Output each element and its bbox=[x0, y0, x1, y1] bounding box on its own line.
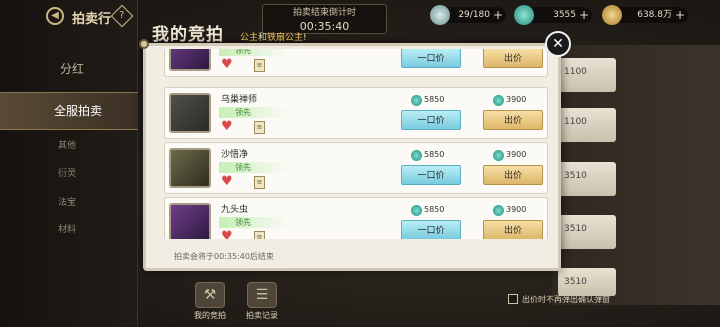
sidebar-sub-materials[interactable]: 材料 bbox=[58, 222, 76, 235]
memo-icon[interactable]: ≡ bbox=[254, 176, 265, 189]
heart-icon[interactable]: ♥ bbox=[221, 120, 233, 133]
bid-button[interactable]: 出价 bbox=[483, 110, 543, 130]
resource-gold: 638.8万 + bbox=[602, 5, 688, 25]
scroll-icon: ☰ bbox=[247, 282, 277, 308]
list-item: 领先 ♥ ≡ 一口价 出价 bbox=[164, 49, 548, 77]
bid-button[interactable]: 出价 bbox=[483, 165, 543, 185]
item-name: 九头虫 bbox=[221, 205, 249, 215]
coin-icon bbox=[514, 5, 534, 25]
confirm-popup-checkbox[interactable] bbox=[508, 294, 518, 304]
list-item: 乌巢禅师 领先 ♥ ≡ 5850 3900 一口价 出价 bbox=[164, 87, 548, 139]
bid-list[interactable]: 领先 ♥ ≡ 一口价 出价 乌巢禅师 领先 ♥ ≡ 5850 3900 一口价 … bbox=[164, 49, 548, 239]
add-gold-button[interactable]: + bbox=[675, 7, 685, 23]
avatar bbox=[169, 49, 211, 71]
sidebar: ◀ 拍卖行 ? 分红 全服拍卖 其他 衍灵 法宝 材料 bbox=[0, 0, 138, 327]
buyout-button[interactable]: 一口价 bbox=[401, 220, 461, 239]
status-badge: 领先 bbox=[219, 107, 289, 118]
coin-icon bbox=[411, 95, 422, 106]
nav-auction-records[interactable]: ☰ 拍卖记录 bbox=[238, 282, 286, 321]
resource-coin: 3555 + bbox=[514, 5, 592, 25]
notice-banner: 公主和铁扇公主! bbox=[240, 33, 307, 43]
memo-icon[interactable]: ≡ bbox=[254, 121, 265, 134]
my-bids-modal: 领先 ♥ ≡ 一口价 出价 乌巢禅师 领先 ♥ ≡ 5850 3900 一口价 … bbox=[143, 43, 561, 271]
heart-icon[interactable]: ♥ bbox=[221, 230, 233, 239]
avatar bbox=[169, 203, 211, 239]
coin-icon bbox=[411, 150, 422, 161]
coin-icon bbox=[493, 205, 504, 216]
list-price-cell: 3510 bbox=[558, 268, 616, 296]
countdown-label: 拍卖结束倒计时 bbox=[292, 8, 356, 18]
sidebar-sub-fabao[interactable]: 法宝 bbox=[58, 195, 76, 208]
help-icon[interactable]: ? bbox=[110, 4, 134, 28]
buyout-button[interactable]: 一口价 bbox=[401, 110, 461, 130]
panel-title: 我的竞拍 bbox=[152, 25, 224, 45]
sidebar-item-server-auction[interactable]: 全服拍卖 bbox=[0, 92, 138, 130]
status-badge: 领先 bbox=[219, 49, 289, 56]
corner-ornament bbox=[139, 39, 149, 49]
bid-button[interactable]: 出价 bbox=[483, 220, 543, 239]
list-price-cell: 1100 bbox=[558, 108, 616, 142]
coin-icon bbox=[493, 150, 504, 161]
list-price-cell: 3510 bbox=[558, 162, 616, 196]
coin-icon bbox=[411, 205, 422, 216]
buyout-button[interactable]: 一口价 bbox=[401, 49, 461, 68]
memo-icon[interactable]: ≡ bbox=[254, 59, 265, 72]
buyout-price: 5850 bbox=[411, 205, 444, 216]
close-button[interactable]: ✕ bbox=[545, 31, 571, 57]
avatar bbox=[169, 93, 211, 133]
sidebar-item-dividend[interactable]: 分红 bbox=[0, 58, 138, 80]
list-item: 九头虫 领先 ♥ ≡ 5850 3900 一口价 出价 bbox=[164, 197, 548, 239]
list-item: 沙悟净 领先 ♥ ≡ 5850 3900 一口价 出价 bbox=[164, 142, 548, 194]
bid-price: 3900 bbox=[493, 205, 526, 216]
sidebar-sub-other[interactable]: 其他 bbox=[58, 138, 76, 151]
jade-icon bbox=[430, 5, 450, 25]
gavel-icon: ⚒ bbox=[195, 282, 225, 308]
item-name: 沙悟净 bbox=[221, 150, 249, 160]
add-coin-button[interactable]: + bbox=[579, 7, 589, 23]
list-price-cell: 3510 bbox=[558, 215, 616, 249]
status-badge: 领先 bbox=[219, 217, 289, 228]
resource-jade: 29/180 + bbox=[430, 5, 506, 25]
add-jade-button[interactable]: + bbox=[493, 7, 503, 23]
avatar bbox=[169, 148, 211, 188]
heart-icon[interactable]: ♥ bbox=[221, 175, 233, 188]
back-button[interactable]: ◀ bbox=[46, 7, 64, 25]
buyout-price: 5850 bbox=[411, 150, 444, 161]
gold-ingot-icon bbox=[602, 5, 622, 25]
confirm-popup-label: 出价时不再弹出确认弹窗 bbox=[522, 295, 610, 304]
item-name: 乌巢禅师 bbox=[221, 95, 258, 105]
buyout-price: 5850 bbox=[411, 95, 444, 106]
sidebar-sub-yanling[interactable]: 衍灵 bbox=[58, 166, 76, 179]
bid-price: 3900 bbox=[493, 150, 526, 161]
status-badge: 领先 bbox=[219, 162, 289, 173]
bid-price: 3900 bbox=[493, 95, 526, 106]
list-price-cell: 1100 bbox=[558, 58, 616, 92]
sidebar-title: 拍卖行 bbox=[72, 12, 112, 27]
buyout-button[interactable]: 一口价 bbox=[401, 165, 461, 185]
bid-button[interactable]: 出价 bbox=[483, 49, 543, 68]
nav-my-bids[interactable]: ⚒ 我的竞拍 bbox=[186, 282, 234, 321]
heart-icon[interactable]: ♥ bbox=[221, 58, 233, 71]
coin-icon bbox=[493, 95, 504, 106]
auction-end-text: 拍卖会将于00:35:40后结束 bbox=[174, 252, 274, 261]
memo-icon[interactable]: ≡ bbox=[254, 231, 265, 239]
